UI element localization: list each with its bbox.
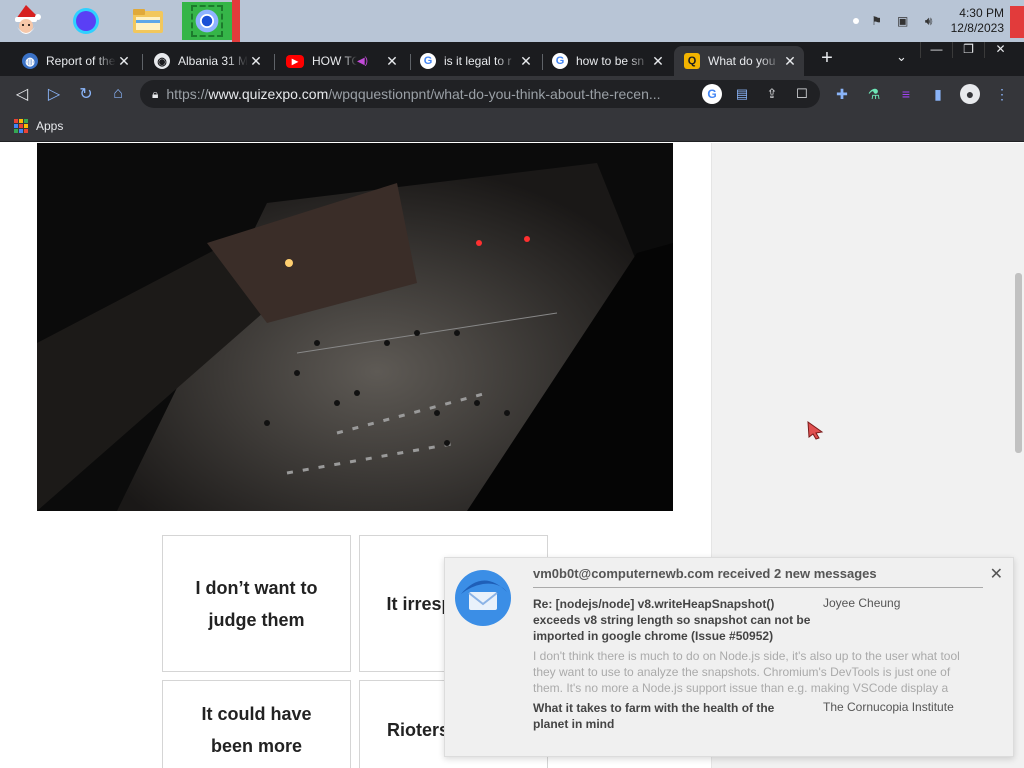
google-lens-icon[interactable]: G — [702, 84, 722, 104]
reader-mode-icon[interactable]: ▤ — [732, 84, 752, 104]
file-explorer-icon[interactable] — [128, 2, 168, 40]
bookmark-icon[interactable]: ☐ — [792, 84, 812, 104]
tab-search-button[interactable]: ⌄ — [896, 49, 907, 65]
window-controls: — ❐ ✕ — [920, 42, 1016, 58]
close-icon[interactable]: ✕ — [384, 53, 400, 70]
globe-icon: ◉ — [154, 53, 170, 69]
notification-divider — [533, 587, 983, 588]
minimize-button[interactable]: — — [920, 42, 952, 58]
share-icon[interactable]: ⇪ — [762, 84, 782, 104]
tab-title: Report of the — [46, 54, 116, 68]
url-text[interactable]: https://www.quizexpo.com/wpqquestionpnt/… — [166, 86, 676, 102]
extensions-puzzle-icon[interactable]: ✚ — [832, 84, 852, 104]
scroll-thumb[interactable] — [1015, 273, 1022, 453]
tab-title: how to be sn — [576, 54, 645, 68]
message-sender: The Cornucopia Institute — [823, 700, 954, 714]
close-icon[interactable]: ✕ — [518, 53, 534, 70]
clock[interactable]: 4:30 PM 12/8/2023 — [951, 6, 1004, 36]
forward-button[interactable]: ▷ — [42, 82, 66, 106]
answer-option-1[interactable]: I don’t want to judge them — [162, 535, 351, 672]
quizexpo-icon: Q — [684, 53, 700, 69]
close-window-button[interactable]: ✕ — [984, 42, 1016, 58]
youtube-icon: ▶ — [286, 54, 304, 68]
thunderbird-icon — [449, 564, 517, 628]
bookmarks-bar: Apps — [0, 112, 1024, 142]
new-mail-notification[interactable]: vm0b0t@computernewb.com received 2 new m… — [444, 557, 1014, 757]
notification-header: vm0b0t@computernewb.com received 2 new m… — [533, 566, 877, 581]
taskbar: ⚑ ▣ 🔊︎ 4:30 PM 12/8/2023 — [0, 0, 1024, 42]
message-subject[interactable]: Re: [nodejs/node] v8.writeHeapSnapshot()… — [533, 596, 813, 644]
system-tray: ⚑ ▣ 🔊︎ 4:30 PM 12/8/2023 — [852, 0, 1004, 42]
tab-title: What do you — [708, 54, 776, 68]
tab-title: is it legal to r — [444, 54, 512, 68]
volume-icon[interactable]: 🔊︎ — [921, 13, 937, 29]
apps-bookmark[interactable]: Apps — [14, 119, 63, 133]
taskbar-active-strip — [232, 0, 240, 42]
close-icon[interactable]: ✕ — [990, 564, 1003, 584]
street-photo — [37, 143, 673, 511]
back-button[interactable]: ◁ — [10, 82, 34, 106]
un-icon: ◍ — [22, 53, 38, 69]
close-icon[interactable]: ✕ — [248, 53, 264, 70]
home-button[interactable]: ⌂ — [106, 82, 130, 106]
message-preview: I don't think there is much to do on Nod… — [533, 649, 960, 695]
chrome-taskbar-icon[interactable] — [182, 2, 232, 40]
mouse-cursor-icon — [806, 420, 824, 445]
side-panel-icon[interactable]: ▮ — [928, 84, 948, 104]
tab-strip: ◍ Report of the ✕ ◉ Albania 31 M ✕ ▶ HOW… — [0, 42, 1024, 76]
message-sender: Joyee Cheung — [823, 596, 901, 610]
tab-title: Albania 31 M — [178, 54, 248, 68]
close-icon[interactable]: ✕ — [116, 53, 132, 70]
lock-icon[interactable]: 🔒︎ — [152, 87, 158, 102]
browser-toolbar: ◁ ▷ ↻ ⌂ 🔒︎ https://www.quizexpo.com/wpqq… — [0, 76, 1024, 112]
circle-app-icon[interactable] — [66, 2, 106, 40]
profile-avatar-icon[interactable]: ● — [960, 84, 980, 104]
address-bar[interactable]: 🔒︎ https://www.quizexpo.com/wpqquestionp… — [140, 80, 820, 108]
menu-icon[interactable]: ⋮ — [992, 84, 1012, 104]
reload-button[interactable]: ↻ — [74, 82, 98, 106]
tab-albania[interactable]: ◉ Albania 31 M ✕ — [144, 46, 270, 76]
google-icon: G — [420, 53, 436, 69]
answer-label: I don’t want to judge them — [195, 577, 318, 630]
close-icon[interactable]: ✕ — [650, 53, 666, 70]
apps-label: Apps — [36, 119, 64, 133]
tab-legal[interactable]: G is it legal to r ✕ — [410, 46, 540, 76]
tab-howtobe[interactable]: G how to be sn ✕ — [542, 46, 672, 76]
apps-grid-icon — [14, 119, 28, 133]
clock-date: 12/8/2023 — [950, 21, 1004, 35]
page-scrollbar[interactable] — [1013, 143, 1024, 768]
show-desktop-button[interactable] — [1010, 6, 1024, 38]
new-tab-button[interactable]: + — [816, 48, 838, 70]
answer-option-3[interactable]: It could have been more — [162, 680, 351, 768]
santa-app-icon[interactable] — [6, 2, 46, 40]
tray-dot-icon[interactable] — [852, 18, 859, 24]
restore-button[interactable]: ❐ — [952, 42, 984, 58]
audio-playing-icon[interactable]: ◀) — [357, 56, 368, 67]
tab-whatdoyou[interactable]: Q What do you ✕ — [674, 46, 804, 76]
message-subject[interactable]: What it takes to farm with the health of… — [533, 700, 813, 732]
answer-label: It could have been more — [201, 704, 312, 756]
network-icon[interactable]: ▣ — [895, 13, 911, 29]
reading-list-icon[interactable]: ≡ — [896, 84, 916, 104]
google-icon: G — [552, 53, 568, 69]
flag-icon[interactable]: ⚑ — [869, 13, 885, 29]
labs-flask-icon[interactable]: ⚗ — [864, 84, 884, 104]
tab-howto[interactable]: ▶ HOW TO ◀) ✕ — [276, 46, 406, 76]
tab-title: HOW TO — [312, 54, 357, 68]
tab-report[interactable]: ◍ Report of the ✕ — [12, 46, 138, 76]
clock-time: 4:30 PM — [959, 6, 1004, 20]
close-icon[interactable]: ✕ — [782, 53, 798, 70]
